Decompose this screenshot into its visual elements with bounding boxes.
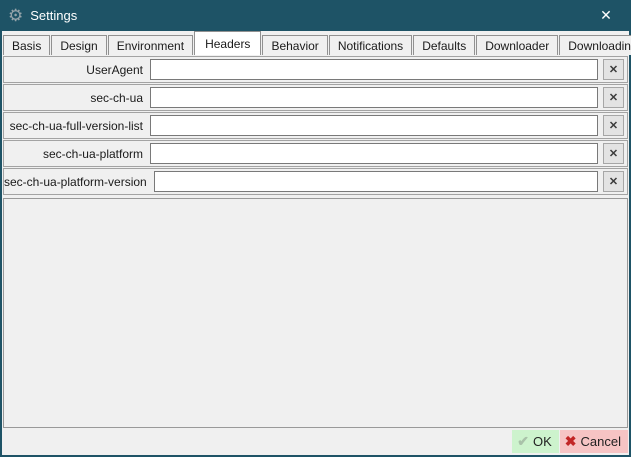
ok-button-label: OK — [533, 434, 552, 449]
ok-button[interactable]: ✔ OK — [512, 430, 559, 453]
close-icon[interactable]: ✕ — [589, 0, 623, 31]
headers-tab-page: UserAgent✕sec-ch-ua✕sec-ch-ua-full-versi… — [2, 55, 629, 428]
tab-defaults[interactable]: Defaults — [413, 35, 475, 55]
clear-field-icon[interactable]: ✕ — [603, 115, 624, 136]
field-input-useragent[interactable] — [150, 59, 598, 80]
header-field-row: sec-ch-ua-platform-version ✕ — [3, 168, 628, 195]
gear-icon: ⚙ — [8, 7, 23, 24]
titlebar: ⚙ Settings ✕ — [0, 0, 631, 31]
clear-field-icon[interactable]: ✕ — [603, 143, 624, 164]
tab-downloader[interactable]: Downloader — [476, 35, 558, 55]
tab-bar: BasisDesignEnvironmentHeadersBehaviorNot… — [2, 31, 629, 55]
tab-design[interactable]: Design — [51, 35, 106, 55]
field-label-sec-ch-ua: sec-ch-ua — [4, 91, 150, 105]
clear-field-icon[interactable]: ✕ — [603, 59, 624, 80]
field-label-sec-ch-ua-full-version-list: sec-ch-ua-full-version-list — [4, 119, 150, 133]
field-label-useragent: UserAgent — [4, 63, 150, 77]
check-icon: ✔ — [517, 433, 529, 450]
tab-basis[interactable]: Basis — [3, 35, 50, 55]
tab-behavior[interactable]: Behavior — [262, 35, 327, 55]
cancel-button-label: Cancel — [581, 434, 621, 449]
header-field-row: sec-ch-ua-full-version-list ✕ — [3, 112, 628, 139]
cancel-button[interactable]: ✖ Cancel — [560, 430, 628, 453]
settings-window: ⚙ Settings ✕ BasisDesignEnvironmentHeade… — [0, 0, 631, 457]
field-label-sec-ch-ua-platform-version: sec-ch-ua-platform-version — [4, 175, 154, 189]
tab-notifications[interactable]: Notifications — [329, 35, 412, 55]
field-input-sec-ch-ua-platform[interactable] — [150, 143, 598, 164]
header-field-row: sec-ch-ua-platform ✕ — [3, 140, 628, 167]
header-field-row: UserAgent ✕ — [3, 56, 628, 83]
field-input-sec-ch-ua-full-version-list[interactable] — [150, 115, 598, 136]
clear-field-icon[interactable]: ✕ — [603, 171, 624, 192]
red-x-icon: ✖ — [565, 433, 577, 450]
tab-downloading[interactable]: Downloading — [559, 35, 631, 55]
field-input-sec-ch-ua[interactable] — [150, 87, 598, 108]
footer: ✔ OK ✖ Cancel — [2, 428, 629, 455]
empty-panel — [3, 198, 628, 428]
window-title: Settings — [30, 8, 77, 23]
tab-headers[interactable]: Headers — [194, 31, 261, 55]
field-input-sec-ch-ua-platform-version[interactable] — [154, 171, 598, 192]
clear-field-icon[interactable]: ✕ — [603, 87, 624, 108]
header-field-row: sec-ch-ua ✕ — [3, 84, 628, 111]
tab-environment[interactable]: Environment — [108, 35, 193, 55]
field-label-sec-ch-ua-platform: sec-ch-ua-platform — [4, 147, 150, 161]
